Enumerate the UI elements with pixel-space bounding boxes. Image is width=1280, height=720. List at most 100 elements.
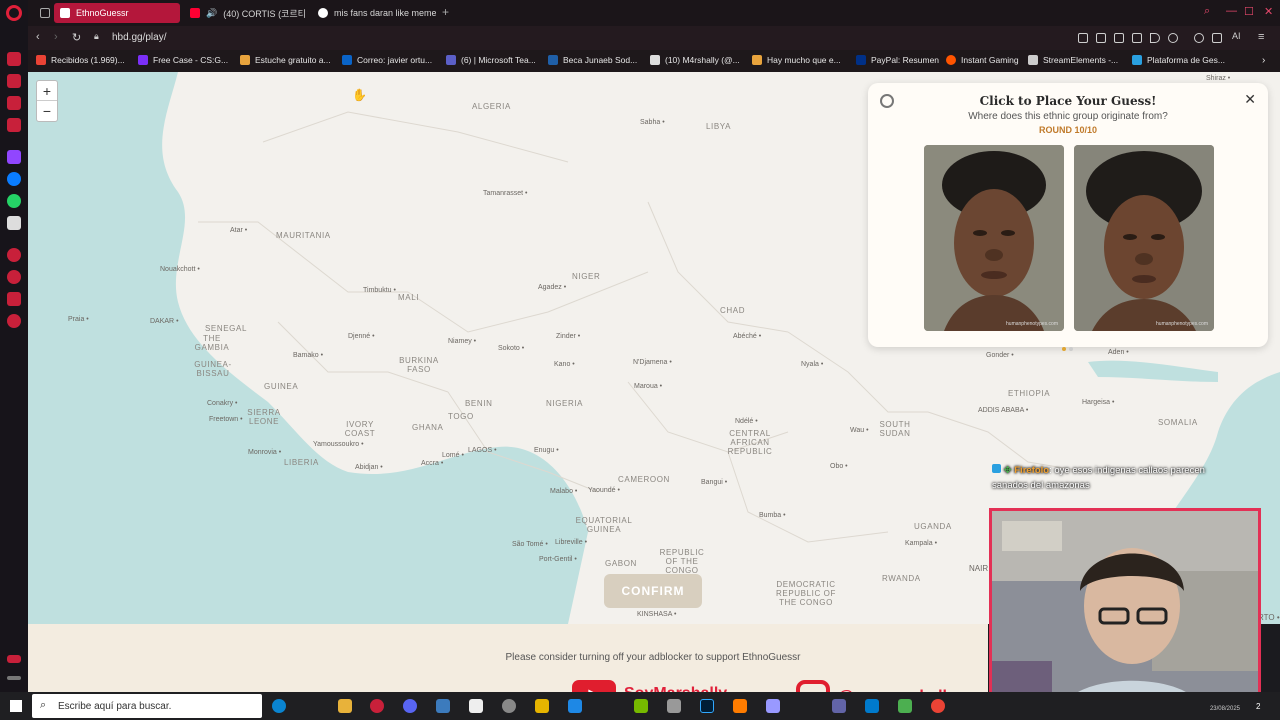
bookmark-paypal[interactable]: PayPal: Resumen	[856, 55, 939, 65]
dot[interactable]	[1069, 347, 1073, 351]
confirm-button[interactable]: CONFIRM	[604, 574, 702, 608]
ai-button[interactable]: AI	[1232, 31, 1241, 41]
snapshot-icon[interactable]	[1096, 33, 1106, 43]
obs-icon[interactable]	[502, 699, 516, 713]
chat-emote-icon: ✥	[1003, 465, 1012, 476]
bag-icon[interactable]	[7, 74, 21, 88]
country-label-ethiopia: ETHIOPIA	[1008, 389, 1051, 398]
city-label: Port-Gentil	[539, 556, 577, 563]
aria-icon[interactable]	[7, 52, 21, 66]
epic-icon[interactable]	[469, 699, 483, 713]
close-window-icon[interactable]: ✕	[1264, 5, 1273, 18]
tab-meme[interactable]: mis fans daran like meme	[312, 3, 436, 23]
bookmark-junaeb[interactable]: Beca Junaeb Sod...	[548, 55, 637, 65]
photoshop-icon[interactable]	[700, 699, 714, 713]
bookmark-correo[interactable]: Correo: javier ortu...	[342, 55, 432, 65]
minecraft-icon[interactable]	[898, 699, 912, 713]
edge-icon[interactable]	[272, 699, 286, 713]
minimize-icon[interactable]: —	[1226, 5, 1237, 17]
bookmark-teams[interactable]: (6) | Microsoft Tea...	[446, 55, 536, 65]
ethnoguessr-favicon-icon	[60, 8, 70, 18]
zoom-in-button[interactable]: +	[37, 81, 57, 101]
twitch-icon[interactable]	[7, 150, 21, 164]
face-image-1[interactable]: humanphenotypes.com	[924, 145, 1064, 331]
roblox-icon[interactable]	[535, 699, 549, 713]
city-label: Yamoussoukro	[313, 441, 364, 448]
note-icon[interactable]	[7, 118, 21, 132]
opera-logo-icon[interactable]	[6, 5, 22, 21]
forward-icon[interactable]: ›	[54, 31, 58, 43]
address-bar: ‹ › ↻ 🔒︎ hbd.gg/play/ AI ≡	[28, 26, 1280, 50]
city-label: Atar	[230, 227, 247, 234]
zoom-out-button[interactable]: −	[37, 101, 57, 121]
nvidia-icon[interactable]	[634, 699, 648, 713]
maximize-icon[interactable]: ☐	[1244, 5, 1254, 18]
app-icon[interactable]	[667, 699, 681, 713]
discord-icon[interactable]	[403, 699, 417, 713]
face-image-2[interactable]: humanphenotypes.com	[1074, 145, 1214, 331]
after-effects-icon[interactable]	[766, 699, 780, 713]
shield-icon[interactable]	[1114, 33, 1124, 43]
more-bookmarks-icon[interactable]: ›	[1262, 55, 1265, 66]
more-icon[interactable]	[7, 676, 21, 680]
teams-taskbar-icon[interactable]	[832, 699, 846, 713]
bookmark-streamelements[interactable]: StreamElements -...	[1028, 55, 1118, 65]
download-icon[interactable]	[1212, 33, 1222, 43]
tab-label: (40) CORTIS (코르티스	[223, 8, 306, 19]
windows-start-icon[interactable]	[10, 700, 22, 712]
bookmark-gmail[interactable]: Recibidos (1.969)...	[36, 55, 125, 65]
search-tabs-icon[interactable]: ⌕	[1204, 5, 1210, 18]
taskbar-search-placeholder: Escribe aquí para buscar.	[58, 700, 172, 712]
dot-active[interactable]	[1062, 347, 1066, 351]
file-explorer-icon[interactable]	[338, 699, 352, 713]
bookmark-label: Estuche gratuito a...	[255, 55, 331, 65]
city-label: Nouakchott	[160, 266, 200, 273]
bookmark-x[interactable]: (10) M4rshally (@...	[650, 55, 740, 65]
city-label: Praia	[68, 316, 89, 323]
url-field[interactable]: hbd.gg/play/	[112, 32, 167, 43]
wallet-icon[interactable]	[1194, 33, 1204, 43]
illustrator-icon[interactable]	[733, 699, 747, 713]
opera-gx-icon[interactable]	[370, 699, 384, 713]
notification-badge[interactable]: 2	[1256, 702, 1266, 712]
country-label-ghana: GHANA	[412, 423, 444, 432]
history-icon[interactable]	[7, 270, 21, 284]
country-label-togo: TOGO	[448, 412, 474, 421]
translate-icon[interactable]	[1132, 33, 1142, 43]
x-icon[interactable]	[7, 216, 21, 230]
taskbar-search[interactable]: ⌕ Escribe aquí para buscar.	[32, 694, 262, 718]
bookmark-freecase[interactable]: Free Case - CS:G...	[138, 55, 228, 65]
city-label: Libreville	[555, 539, 587, 546]
city-label: Timbuktu	[363, 287, 396, 294]
play-icon[interactable]	[1150, 33, 1160, 43]
country-label-niger: NIGER	[572, 272, 601, 281]
app-icon[interactable]	[568, 699, 582, 713]
tv-icon[interactable]	[7, 96, 21, 110]
country-label-senegal: SENEGAL	[205, 324, 247, 333]
new-tab-icon[interactable]: +	[442, 5, 449, 19]
messenger-icon[interactable]	[7, 172, 21, 186]
tab-ethnoguessr[interactable]: EthnoGuessr	[54, 3, 180, 23]
bookmark-estuche[interactable]: Estuche gratuito a...	[240, 55, 331, 65]
steam-icon[interactable]	[436, 699, 450, 713]
bookmark-label: Instant Gaming	[961, 55, 1019, 65]
city-label: DAKAR	[150, 318, 179, 325]
extensions-icon[interactable]	[7, 292, 21, 306]
heart-icon[interactable]	[1168, 33, 1178, 43]
plataforma-icon	[1132, 55, 1142, 65]
back-icon[interactable]: ‹	[36, 31, 40, 43]
settings-icon[interactable]	[7, 314, 21, 328]
estuche-icon	[240, 55, 250, 65]
chrome-icon[interactable]	[931, 699, 945, 713]
reload-icon[interactable]: ↻	[72, 31, 81, 44]
tab-youtube[interactable]: 🔊 (40) CORTIS (코르티스	[184, 3, 306, 23]
menu-icon[interactable]: ≡	[1258, 31, 1264, 43]
bookmark-plataforma[interactable]: Plataforma de Ges...	[1132, 55, 1225, 65]
bookmark-page-icon[interactable]	[1078, 33, 1088, 43]
whatsapp-icon[interactable]	[7, 194, 21, 208]
bookmark-hay[interactable]: Hay mucho que e...	[752, 55, 841, 65]
music-icon[interactable]	[7, 248, 21, 262]
bookmark-instant-gaming[interactable]: Instant Gaming	[946, 55, 1019, 65]
gx-icon[interactable]	[7, 655, 21, 663]
vscode-icon[interactable]	[865, 699, 879, 713]
